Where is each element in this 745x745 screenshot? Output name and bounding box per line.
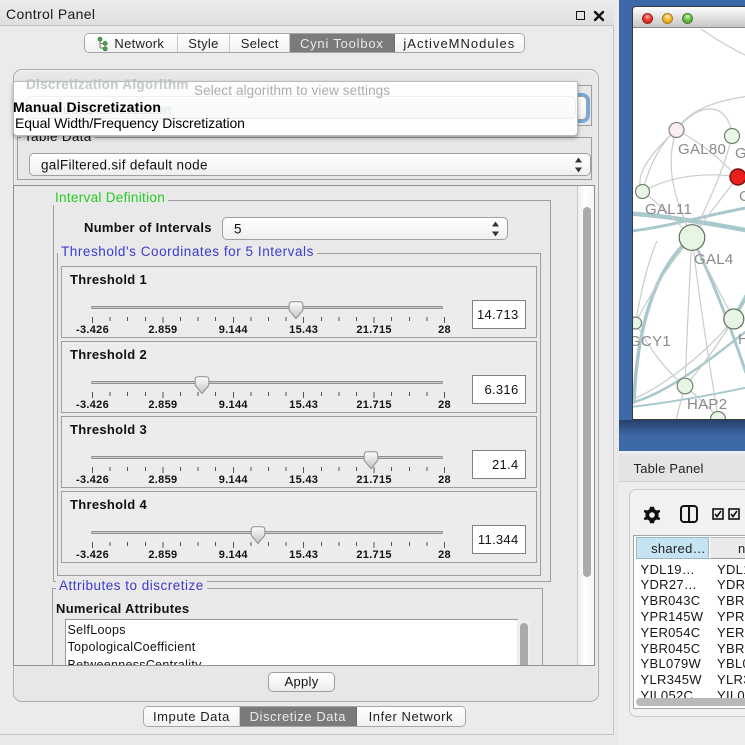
svg-text:CR: CR	[739, 188, 745, 205]
svg-text:GAL80: GAL80	[678, 141, 726, 158]
svg-text:HAP2: HAP2	[687, 396, 727, 413]
svg-text:HI: HI	[738, 331, 745, 348]
svg-text:GAL4: GAL4	[694, 251, 734, 268]
svg-text:GA: GA	[735, 145, 745, 162]
svg-text:GAL11: GAL11	[645, 201, 692, 218]
svg-text:GCY1: GCY1	[633, 333, 671, 350]
